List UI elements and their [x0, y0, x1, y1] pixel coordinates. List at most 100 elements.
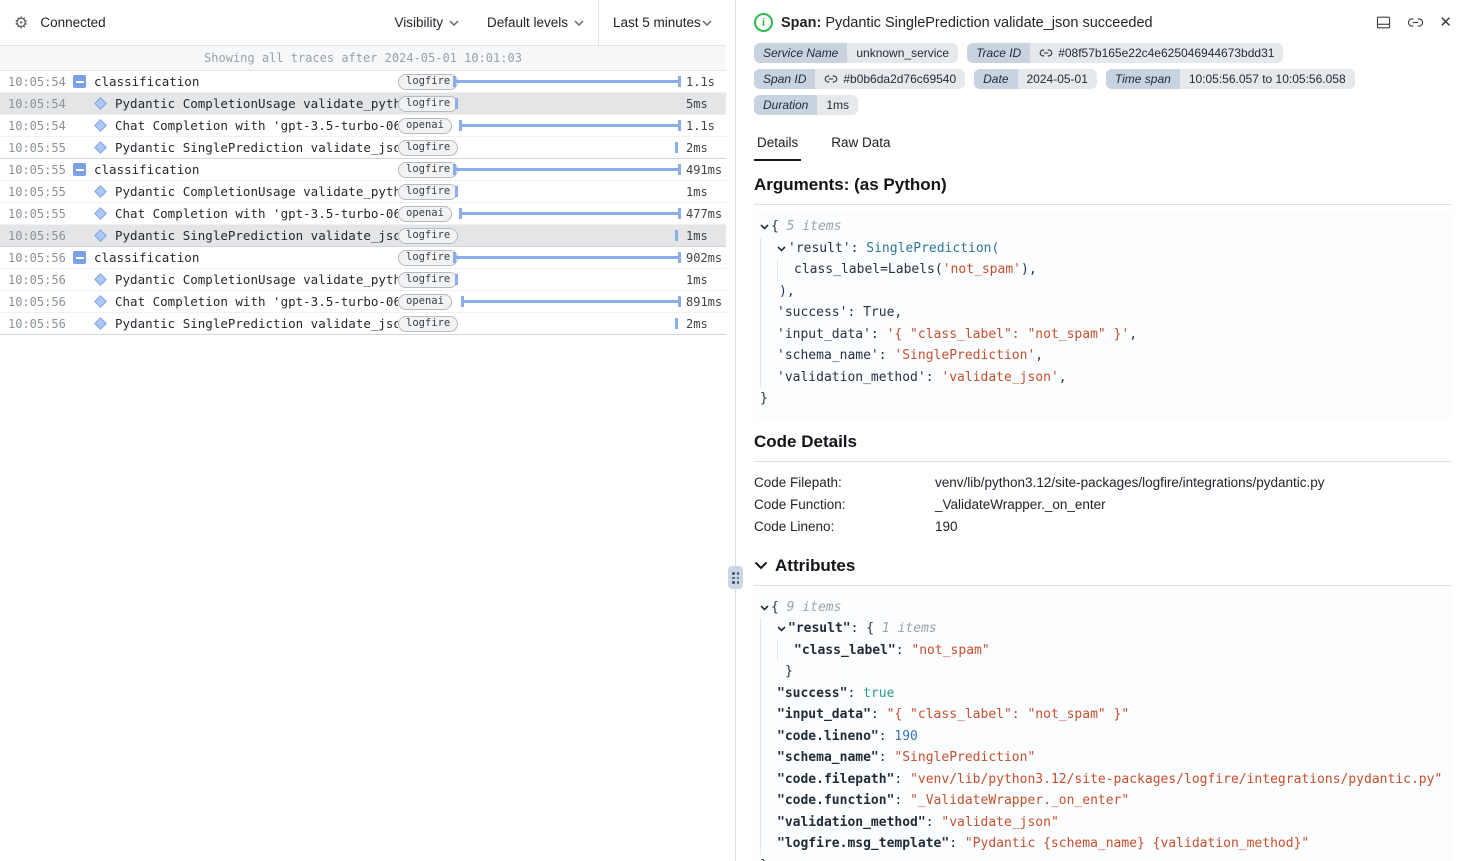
indent-guide [760, 618, 761, 855]
collapse-chevron-icon[interactable] [760, 216, 771, 238]
trace-row[interactable]: 10:05:54Chat Completion with 'gpt-3.5-tu… [0, 115, 726, 137]
trace-row[interactable]: 10:05:55 Pydantic CompletionUsage validat… [0, 181, 726, 203]
toolbar-right-group: Visibility Default levels Last 5 minutes [380, 0, 726, 45]
tab-details[interactable]: Details [754, 130, 801, 161]
time-range-select[interactable]: Last 5 minutes [598, 0, 726, 45]
code-line: 'result': SinglePrediction( [758, 238, 1446, 260]
trace-timestamp: 10:05:54 [0, 97, 66, 111]
trace-row[interactable]: 10:05:55Chat Completion with 'gpt-3.5-tu… [0, 203, 726, 225]
trace-row[interactable]: 10:05:54classificationlogfire1.1s [0, 71, 726, 93]
panel-resizer[interactable] [726, 0, 745, 861]
tab-raw-data[interactable]: Raw Data [828, 130, 893, 161]
trace-row[interactable]: 10:05:56Pydantic SinglePrediction valida… [0, 225, 726, 247]
code-token: "code.function" [777, 793, 894, 808]
collapse-toggle-icon[interactable] [73, 163, 86, 176]
code-detail-label: Code Function: [754, 494, 935, 516]
badge-value: 10:05:56.057 to 10:05:56.058 [1180, 69, 1355, 89]
trace-row[interactable]: 10:05:56Chat Completion with 'gpt-3.5-tu… [0, 291, 726, 313]
badge-value[interactable]: #b0b6da2d76c69540 [815, 69, 965, 89]
app-root: ⚙ Connected Visibility Default levels La… [0, 0, 1472, 861]
code-line: "code.lineno": 190 [758, 726, 1446, 748]
code-detail-row: Code Function:_ValidateWrapper._on_enter [754, 494, 1452, 516]
code-token: : [871, 327, 887, 342]
meta-badge: Service Nameunknown_service [754, 43, 958, 63]
trace-span-name: classification [94, 162, 199, 177]
dock-panel-icon[interactable] [1375, 14, 1392, 31]
indent-guide [760, 238, 761, 389]
trace-name-cell: Pydantic SinglePrediction validate_json [66, 316, 398, 331]
span-diamond-icon [94, 295, 107, 308]
copy-link-icon[interactable] [1407, 14, 1424, 31]
chevron-down-icon [702, 20, 712, 26]
attributes-heading[interactable]: Attributes [754, 556, 1452, 576]
trace-tag-cell: logfire [398, 316, 446, 332]
trace-row[interactable]: 10:05:54Pydantic CompletionUsage validat… [0, 93, 726, 115]
badge-label: Trace ID [967, 43, 1030, 63]
trace-span-name: Pydantic CompletionUsage validate_python [115, 272, 398, 287]
trace-timestamp: 10:05:55 [0, 185, 66, 199]
code-detail-row: Code Lineno:190 [754, 516, 1452, 538]
close-icon[interactable]: ✕ [1439, 14, 1452, 31]
duration-tick [455, 186, 458, 197]
scope-tag-badge: logfire [398, 74, 458, 90]
code-token: True [863, 305, 894, 320]
trace-row[interactable]: 10:05:55classificationlogfire491ms [0, 159, 726, 181]
trace-row[interactable]: 10:05:56classificationlogfire902ms [0, 247, 726, 269]
collapse-chevron-icon[interactable] [777, 618, 788, 640]
trace-row[interactable]: 10:05:55Pydantic SinglePrediction valida… [0, 137, 726, 159]
collapse-chevron-icon[interactable] [777, 238, 788, 260]
default-levels-dropdown[interactable]: Default levels [473, 0, 598, 45]
duration-bar [460, 212, 680, 215]
collapse-toggle-icon[interactable] [73, 251, 86, 264]
code-line: class_label=Labels('not_spam'), [758, 259, 1446, 281]
code-token: 'validate_json' [941, 370, 1058, 385]
code-token: '{ "class_label": "not_spam" }' [887, 327, 1130, 342]
panel-divider-line [735, 0, 736, 861]
code-line: "schema_name": "SinglePrediction" [758, 747, 1446, 769]
badge-value[interactable]: #08f57b165e22c4e625046944673bdd31 [1030, 43, 1283, 63]
trace-tag-cell: logfire [398, 162, 446, 178]
code-detail-value: venv/lib/python3.12/site-packages/logfir… [935, 472, 1324, 494]
trace-name-cell: Pydantic CompletionUsage validate_python [66, 184, 398, 199]
trace-row[interactable]: 10:05:56 Pydantic CompletionUsage validat… [0, 269, 726, 291]
code-token: 'result' [788, 241, 851, 256]
collapse-toggle-icon[interactable] [73, 75, 86, 88]
code-line: } [758, 855, 1446, 861]
code-token: , [1129, 327, 1137, 342]
code-token: "SinglePrediction" [894, 750, 1035, 765]
span-diamond-icon [94, 97, 107, 110]
code-token: , [1035, 348, 1043, 363]
code-token: : [851, 241, 867, 256]
divider [754, 204, 1452, 205]
span-title-text: Pydantic SinglePrediction validate_json … [825, 15, 1152, 31]
settings-gear-icon[interactable]: ⚙ [14, 13, 28, 32]
duration-bar-track [454, 137, 680, 159]
duration-bar [454, 256, 680, 259]
scope-tag-badge: logfire [398, 250, 458, 266]
duration-bar-track [454, 313, 680, 335]
trace-timestamp: 10:05:56 [0, 273, 66, 287]
duration-tick [675, 230, 678, 241]
code-token: 190 [894, 729, 917, 744]
scope-tag-badge: logfire [398, 228, 458, 244]
collapse-chevron-icon[interactable] [760, 597, 771, 619]
duration-bar-track [454, 269, 680, 291]
trace-tag-cell: logfire [398, 74, 446, 90]
trace-duration-label: 2ms [680, 317, 726, 331]
trace-span-name: classification [94, 250, 199, 265]
code-detail-value: 190 [935, 516, 958, 538]
trace-row[interactable]: 10:05:56Pydantic SinglePrediction valida… [0, 313, 726, 335]
indent-guide [777, 640, 778, 662]
resize-grip-handle[interactable] [728, 566, 743, 589]
meta-badge: Duration1ms [754, 95, 858, 115]
code-line: "result": { 1 items [758, 618, 1446, 640]
traces-status-line: Showing all traces after 2024-05-01 10:0… [0, 46, 726, 71]
span-diamond-icon [94, 207, 107, 220]
visibility-dropdown[interactable]: Visibility [380, 0, 473, 45]
trace-timestamp: 10:05:54 [0, 75, 66, 89]
trace-duration-label: 491ms [680, 163, 726, 177]
code-token: 'SinglePrediction' [894, 348, 1035, 363]
trace-span-name: Pydantic CompletionUsage validate_python [115, 184, 398, 199]
code-token: "validation_method" [777, 815, 926, 830]
trace-name-cell: classification [66, 250, 398, 265]
